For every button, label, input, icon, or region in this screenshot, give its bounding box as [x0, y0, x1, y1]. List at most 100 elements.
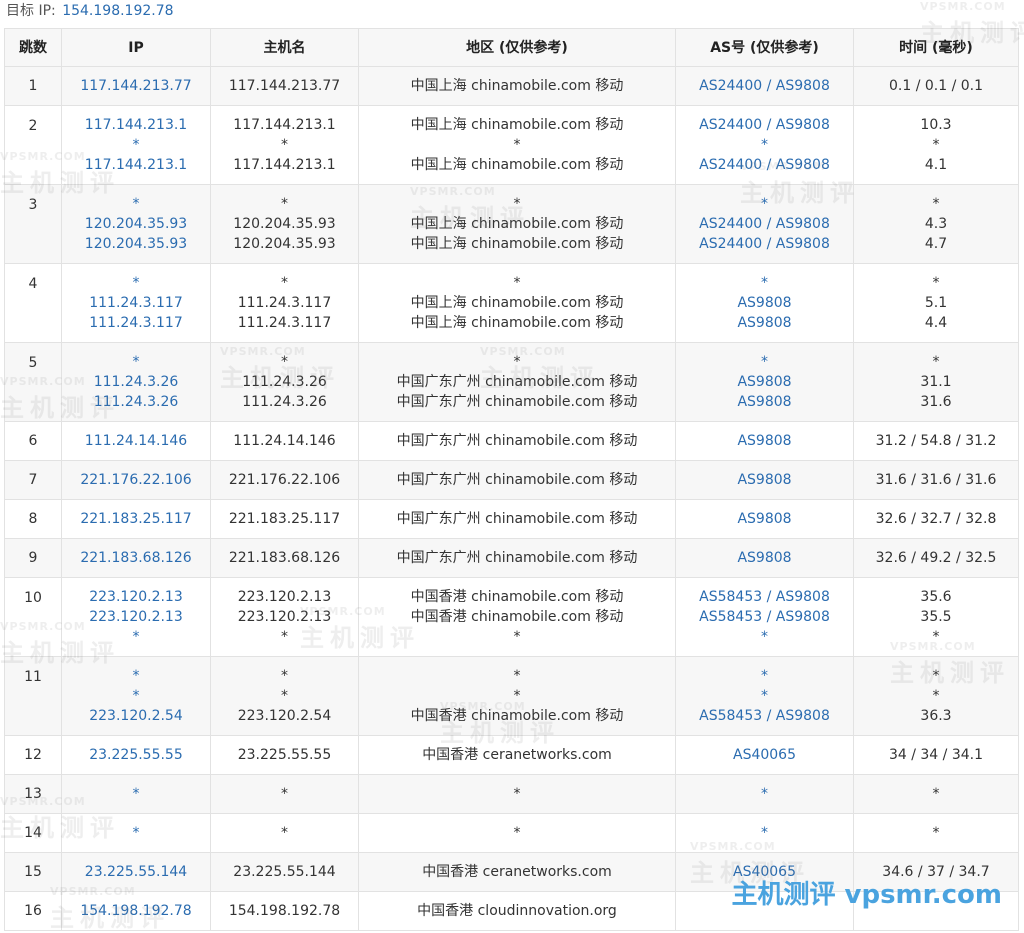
hostname-cell-line: 154.198.192.78	[228, 903, 341, 919]
hop-number-text: 9	[28, 550, 38, 566]
ip-cell: *	[61, 813, 211, 853]
ip-cell-line[interactable]: 111.24.3.26	[63, 392, 210, 412]
hostname-cell-line: *	[281, 688, 288, 704]
as-cell: * * AS58453 / AS9808	[675, 656, 854, 736]
header-hostname: 主机名	[210, 28, 359, 67]
time-cell-line: 32.6 / 49.2 / 32.5	[875, 550, 997, 566]
time-cell-line: 4.7	[924, 236, 948, 252]
ip-cell-line: *	[132, 786, 140, 802]
ip-cell-line[interactable]: 223.120.2.13	[63, 587, 210, 607]
region-cell-line: 中国上海 chinamobile.com 移动	[410, 117, 624, 133]
ip-cell-line[interactable]: 221.183.68.126	[63, 548, 210, 568]
table-row: 3 * 120.204.35.93 120.204.35.93 * 120.204.35.…	[4, 184, 1019, 264]
as-cell-line[interactable]: AS9808	[677, 293, 853, 313]
hostname-cell-line: 23.225.55.55	[237, 747, 332, 763]
as-cell-line[interactable]: AS58453 / AS9808	[677, 706, 853, 726]
ip-cell-line[interactable]: 23.225.55.55	[63, 745, 210, 765]
time-cell: *	[853, 813, 1019, 853]
hop-number: 12	[4, 735, 62, 775]
region-cell: 中国香港 chinamobile.com 移动 中国香港 chinamobile.…	[358, 577, 676, 657]
region-cell-line: 中国香港 ceranetworks.com	[422, 864, 612, 880]
region-cell-line: *	[513, 668, 521, 684]
as-cell-line[interactable]: AS58453 / AS9808	[677, 587, 853, 607]
as-cell-line[interactable]: AS9808	[677, 509, 853, 529]
region-cell-line: 中国香港 chinamobile.com 移动	[410, 609, 624, 625]
as-cell: AS40065	[675, 735, 854, 775]
region-cell-line: 中国上海 chinamobile.com 移动	[410, 295, 624, 311]
hostname-cell-line: *	[281, 137, 288, 153]
hop-number-text: 10	[24, 590, 42, 606]
table-row: 2 117.144.213.1 * 117.144.213.1 117.144.213.…	[4, 105, 1019, 185]
ip-cell: 221.183.25.117	[61, 499, 211, 539]
ip-cell-line[interactable]: 221.183.25.117	[63, 509, 210, 529]
ip-cell-line[interactable]: 23.225.55.144	[63, 862, 210, 882]
as-cell-line[interactable]: AS24400 / AS9808	[677, 76, 853, 96]
table-row: 7 221.176.22.106 221.176.22.106 中国广东广州 chin…	[4, 460, 1019, 500]
as-cell-line[interactable]: AS9808	[677, 372, 853, 392]
region-cell: 中国广东广州 chinamobile.com 移动	[358, 421, 676, 461]
hop-number-text: 13	[24, 786, 42, 802]
time-cell-line: 4.3	[924, 216, 948, 232]
region-cell-line: 中国广东广州 chinamobile.com 移动	[396, 394, 638, 410]
hostname-cell-line: *	[281, 196, 288, 212]
hop-number-text: 16	[24, 903, 42, 919]
as-cell-line[interactable]: AS9808	[677, 548, 853, 568]
hostname-cell: *	[210, 813, 359, 853]
table-row: 8 221.183.25.117 221.183.25.117 中国广东广州 chin…	[4, 499, 1019, 539]
ip-cell-line[interactable]: 111.24.14.146	[63, 431, 210, 451]
region-cell-line: 中国广东广州 chinamobile.com 移动	[396, 511, 638, 527]
table-row: 1 117.144.213.77 117.144.213.77 中国上海 chinam…	[4, 66, 1019, 106]
ip-cell-line[interactable]: 120.204.35.93	[63, 234, 210, 254]
table-row: 4 * 111.24.3.117 111.24.3.117 * 111.24.3.117 1…	[4, 263, 1019, 343]
ip-cell-line[interactable]: 223.120.2.54	[63, 706, 210, 726]
ip-cell-line: *	[132, 354, 140, 370]
ip-cell-line[interactable]: 120.204.35.93	[63, 214, 210, 234]
as-cell-line[interactable]: AS24400 / AS9808	[677, 155, 853, 175]
hostname-cell-line: 23.225.55.144	[233, 864, 336, 880]
table-row: 11 * * 223.120.2.54 * * 223.120.2.54 * * 中国香港 chi…	[4, 656, 1019, 736]
hop-number: 7	[4, 460, 62, 500]
as-cell-line[interactable]: AS24400 / AS9808	[677, 214, 853, 234]
region-cell: 中国香港 ceranetworks.com	[358, 735, 676, 775]
as-cell-line[interactable]: AS40065	[677, 745, 853, 765]
hostname-cell: * 120.204.35.93 120.204.35.93	[210, 184, 359, 264]
hostname-cell: 154.198.192.78	[210, 891, 359, 931]
ip-cell: 154.198.192.78	[61, 891, 211, 931]
ip-cell-line: *	[132, 825, 140, 841]
hop-number: 14	[4, 813, 62, 853]
as-cell-line[interactable]: AS9808	[677, 313, 853, 333]
hostname-cell-line: 117.144.213.1	[233, 157, 336, 173]
ip-cell: * 111.24.3.117 111.24.3.117	[61, 263, 211, 343]
ip-cell-line[interactable]: 111.24.3.117	[63, 313, 210, 333]
time-cell: 35.6 35.5 *	[853, 577, 1019, 657]
ip-cell: * 120.204.35.93 120.204.35.93	[61, 184, 211, 264]
hostname-cell-line: 111.24.3.26	[242, 394, 327, 410]
as-cell: * AS24400 / AS9808 AS24400 / AS9808	[675, 184, 854, 264]
target-ip-value[interactable]: 154.198.192.78	[62, 3, 173, 19]
hostname-cell: 23.225.55.144	[210, 852, 359, 892]
ip-cell-line[interactable]: 221.176.22.106	[63, 470, 210, 490]
hostname-cell: * 111.24.3.26 111.24.3.26	[210, 342, 359, 422]
region-cell-line: *	[513, 275, 521, 291]
ip-cell-line[interactable]: 223.120.2.13	[63, 607, 210, 627]
hostname-cell: 223.120.2.13 223.120.2.13 *	[210, 577, 359, 657]
as-cell-line[interactable]: AS9808	[677, 392, 853, 412]
as-cell-line[interactable]: AS9808	[677, 470, 853, 490]
as-cell-line[interactable]: AS24400 / AS9808	[677, 115, 853, 135]
time-cell: * * 36.3	[853, 656, 1019, 736]
ip-cell-line[interactable]: 111.24.3.117	[63, 293, 210, 313]
ip-cell-line[interactable]: 117.144.213.77	[63, 76, 210, 96]
ip-cell-line[interactable]: 117.144.213.1	[63, 155, 210, 175]
ip-cell-line[interactable]: 111.24.3.26	[63, 372, 210, 392]
time-cell-line: 4.4	[924, 315, 948, 331]
time-cell-line: 31.6 / 31.6 / 31.6	[875, 472, 997, 488]
hostname-cell-line: 111.24.3.117	[237, 295, 332, 311]
table-row: 5 * 111.24.3.26 111.24.3.26 * 111.24.3.26 111.…	[4, 342, 1019, 422]
ip-cell-line[interactable]: 154.198.192.78	[63, 901, 210, 921]
ip-cell: * 111.24.3.26 111.24.3.26	[61, 342, 211, 422]
as-cell-line[interactable]: AS9808	[677, 431, 853, 451]
as-cell-line[interactable]: AS24400 / AS9808	[677, 234, 853, 254]
hostname-cell: 221.183.68.126	[210, 538, 359, 578]
ip-cell-line[interactable]: 117.144.213.1	[63, 115, 210, 135]
as-cell-line[interactable]: AS58453 / AS9808	[677, 607, 853, 627]
